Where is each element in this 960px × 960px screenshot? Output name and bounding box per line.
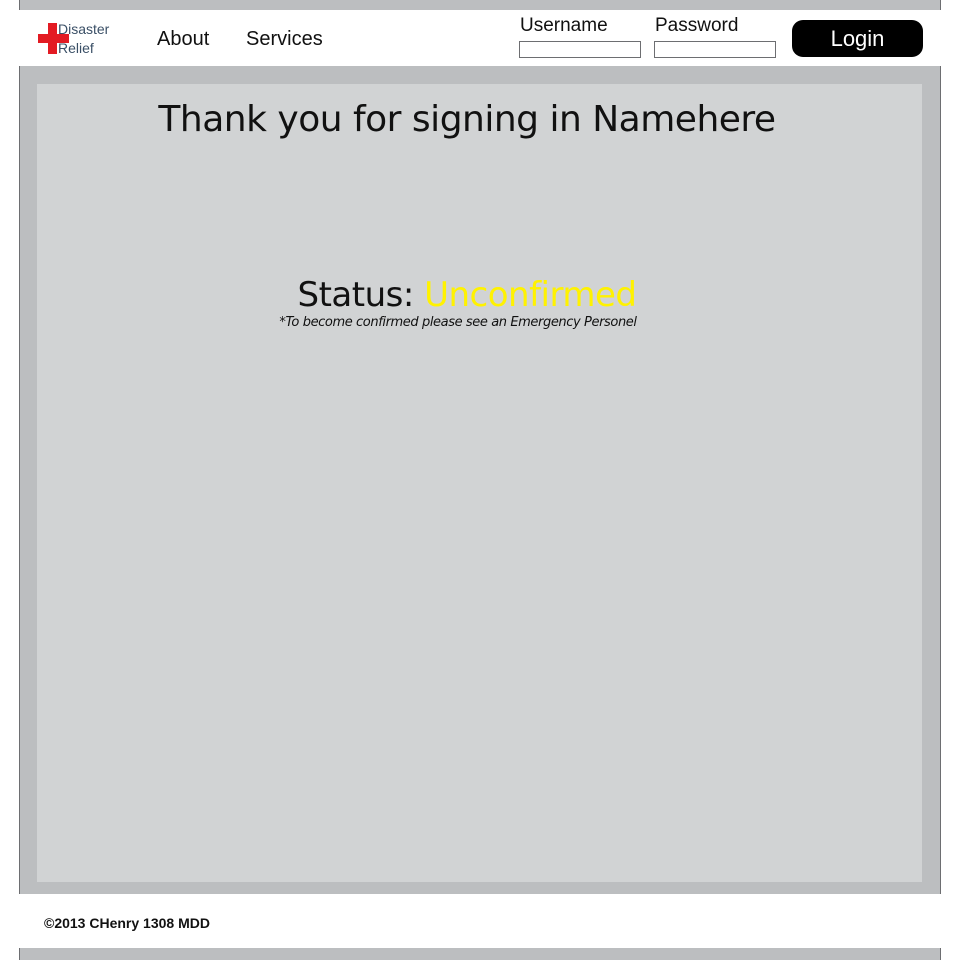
header: Disaster Relief About Services Username … (20, 10, 940, 66)
bottom-frame-bar (19, 948, 941, 960)
copyright-text: ©2013 CHenry 1308 MDD (44, 915, 210, 931)
page: Disaster Relief About Services Username … (0, 0, 960, 960)
main-content-frame: Thank you for signing in Namehere Status… (20, 66, 940, 894)
main-panel: Thank you for signing in Namehere Status… (37, 84, 922, 882)
status-value: Unconfirmed (424, 275, 637, 315)
top-frame-bar (19, 0, 941, 10)
password-label: Password (655, 15, 739, 36)
username-input[interactable] (519, 41, 641, 58)
status-label: Status: (297, 275, 414, 315)
status-line: Status: Unconfirmed (37, 274, 897, 316)
logo-text-disaster: Disaster (58, 21, 110, 37)
status-note: *To become confirmed please see an Emerg… (279, 315, 637, 330)
logo-text-relief: Relief (58, 40, 94, 56)
nav-link-about[interactable]: About (157, 27, 209, 51)
username-label: Username (520, 15, 608, 36)
footer: ©2013 CHenry 1308 MDD (20, 894, 940, 948)
nav-link-services[interactable]: Services (246, 27, 323, 51)
frame-right-border (940, 66, 941, 894)
password-input[interactable] (654, 41, 776, 58)
login-button[interactable]: Login (792, 20, 923, 57)
logo[interactable]: Disaster Relief (38, 20, 118, 60)
page-title: Thank you for signing in Namehere (158, 99, 776, 140)
